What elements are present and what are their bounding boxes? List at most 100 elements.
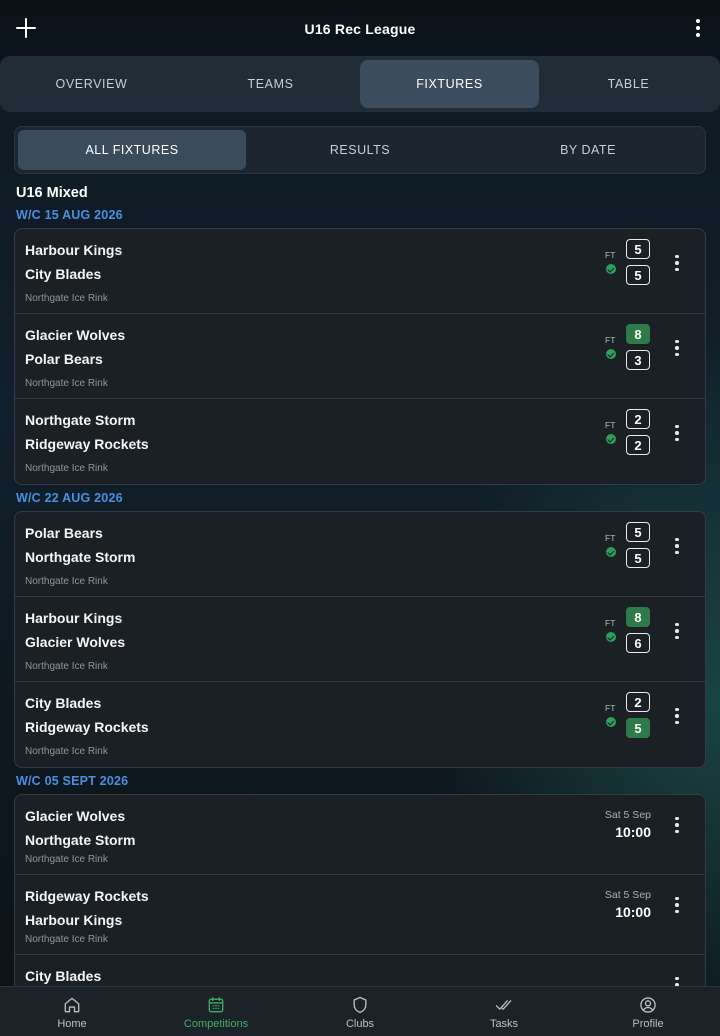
home-team: Polar Bears [25,525,103,541]
check-circle-icon [606,349,616,359]
more-options-icon[interactable] [690,16,706,40]
fixture-options-icon[interactable] [670,707,684,725]
away-score: 5 [626,718,650,738]
full-time-label: FT [605,703,616,713]
fixture-options-icon[interactable] [670,816,684,834]
home-team: Glacier Wolves [25,327,126,343]
nav-tasks-label: Tasks [489,1018,519,1030]
venue: Northgate Ice Rink [25,463,108,474]
full-time-label: FT [605,618,616,628]
tab-all-fixtures[interactable]: ALL FIXTURES [18,130,246,170]
kickoff-time: 10:00 [615,824,651,840]
home-team: City Blades [25,695,102,711]
kickoff-date: Sat 5 Sep [604,889,651,901]
main-tabs: OVERVIEW TEAMS FIXTURES TABLE [0,56,720,112]
fixture-row[interactable]: City Blades Ridgeway Rockets Northgate Ice… [15,682,705,767]
nav-competitions[interactable]: Competitions [144,987,288,1036]
bottom-nav: Home Competitions Clubs Tasks Profile [0,986,720,1036]
add-icon[interactable] [12,14,40,42]
page-title: U16 Rec League [304,21,416,37]
away-score: 5 [626,265,650,285]
nav-clubs-label: Clubs [345,1018,375,1030]
away-score: 6 [626,633,650,653]
home-score: 8 [626,324,650,344]
check-circle-icon [606,547,616,557]
tab-fixtures[interactable]: FIXTURES [360,60,539,108]
fixture-filter-tabs: ALL FIXTURES RESULTS BY DATE [14,126,706,174]
full-time-label: FT [605,335,616,345]
fixture-row[interactable]: Ridgeway Rockets Harbour Kings Northgate I… [15,875,705,955]
away-score: 5 [626,548,650,568]
home-team: Ridgeway Rockets [25,888,149,904]
division-title: U16 Mixed [16,185,88,201]
nav-home-label: Home [57,1018,87,1030]
nav-tasks[interactable]: Tasks [432,987,576,1036]
fixture-options-icon[interactable] [670,424,684,442]
tab-results[interactable]: RESULTS [246,130,474,170]
away-team: Ridgeway Rockets [25,719,149,735]
week-heading: W/C 15 AUG 2026 [16,208,123,222]
away-team: City Blades [25,266,102,282]
home-score: 5 [626,522,650,542]
fixture-row[interactable]: Polar Bears Northgate Storm Northgate Ice … [15,512,705,597]
nav-competitions-label: Competitions [183,1018,249,1030]
tab-table[interactable]: TABLE [539,60,718,108]
fixture-row[interactable]: Northgate Storm Ridgeway Rockets Northgate… [15,399,705,484]
venue: Northgate Ice Rink [25,661,108,672]
away-team: Harbour Kings [25,912,123,928]
kickoff-date: Sat 5 Sep [604,809,651,821]
fixture-card: Harbour Kings City Blades Northgate Ice Ri… [14,228,706,485]
venue: Northgate Ice Rink [25,293,108,304]
nav-clubs[interactable]: Clubs [288,987,432,1036]
top-bar: U16 Rec League [0,0,720,58]
home-score: 8 [626,607,650,627]
home-score: 5 [626,239,650,259]
home-team: Glacier Wolves [25,808,126,824]
venue: Northgate Ice Rink [25,854,108,865]
home-icon [64,997,80,1013]
fixture-row[interactable]: Harbour Kings City Blades Northgate Ice Ri… [15,229,705,314]
fixture-options-icon[interactable] [670,537,684,555]
venue: Northgate Ice Rink [25,378,108,389]
venue: Northgate Ice Rink [25,934,108,945]
home-score: 2 [626,692,650,712]
home-score: 2 [626,409,650,429]
check-circle-icon [606,434,616,444]
tab-overview[interactable]: OVERVIEW [2,60,181,108]
nav-home[interactable]: Home [0,987,144,1036]
check-circle-icon [606,717,616,727]
fixture-card: Polar Bears Northgate Storm Northgate Ice … [14,511,706,768]
home-team: Harbour Kings [25,242,123,258]
week-heading: W/C 05 SEPT 2026 [16,774,129,788]
fixture-row[interactable]: Glacier Wolves Polar Bears Northgate Ice R… [15,314,705,399]
fixture-options-icon[interactable] [670,896,684,914]
full-time-label: FT [605,533,616,543]
venue: Northgate Ice Rink [25,576,108,587]
fixture-options-icon[interactable] [670,622,684,640]
fixture-options-icon[interactable] [670,339,684,357]
user-circle-icon [640,997,656,1013]
tab-teams[interactable]: TEAMS [181,60,360,108]
fixture-row[interactable]: Harbour Kings Glacier Wolves Northgate Ice… [15,597,705,682]
nav-profile[interactable]: Profile [576,987,720,1036]
away-score: 2 [626,435,650,455]
home-team: City Blades [25,968,102,984]
away-team: Northgate Storm [25,832,136,848]
away-team: Glacier Wolves [25,634,126,650]
kickoff-time: 10:00 [615,904,651,920]
check-circle-icon [606,632,616,642]
away-score: 3 [626,350,650,370]
full-time-label: FT [605,250,616,260]
fixtures-list: U16 Mixed W/C 15 AUG 2026 Harbour Kings Ci… [14,184,706,1036]
tab-by-date[interactable]: BY DATE [474,130,702,170]
shield-icon [353,996,367,1014]
nav-profile-label: Profile [632,1018,664,1030]
fixture-options-icon[interactable] [670,254,684,272]
away-team: Ridgeway Rockets [25,436,149,452]
full-time-label: FT [605,420,616,430]
double-check-icon [495,1000,512,1010]
home-team: Harbour Kings [25,610,123,626]
fixture-row[interactable]: Glacier Wolves Northgate Storm Northgate I… [15,795,705,875]
check-circle-icon [606,264,616,274]
venue: Northgate Ice Rink [25,746,108,757]
